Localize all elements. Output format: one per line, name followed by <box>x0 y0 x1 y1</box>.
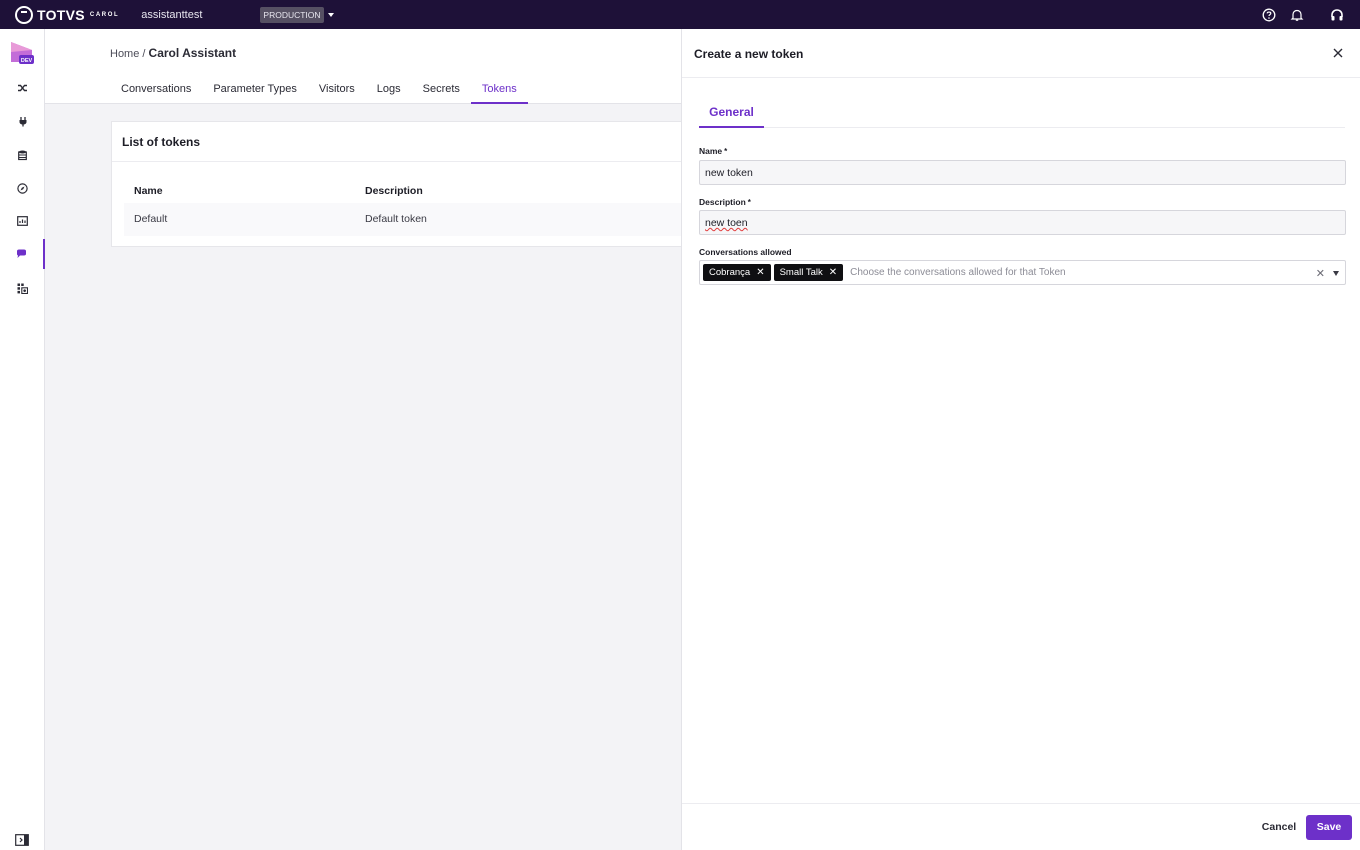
breadcrumb-home[interactable]: Home <box>110 48 139 60</box>
divider <box>682 77 1360 78</box>
drawer-title: Create a new token <box>694 47 804 61</box>
clear-icon[interactable]: ✕ <box>1316 267 1325 280</box>
chat-icon[interactable] <box>0 239 45 269</box>
totvs-logo-icon <box>15 5 33 24</box>
cancel-button[interactable]: Cancel <box>1253 815 1305 839</box>
tab-bar: Conversations Parameter Types Visitors L… <box>110 75 528 104</box>
tab-secrets[interactable]: Secrets <box>412 75 471 104</box>
drawer-tab-bar: General <box>699 97 1345 128</box>
plug-icon[interactable] <box>0 106 45 136</box>
apps-icon[interactable] <box>0 273 45 303</box>
remove-chip-icon[interactable]: ✕ <box>756 267 764 278</box>
tab-general[interactable]: General <box>699 97 764 128</box>
brand-sub: CAROL <box>89 11 120 18</box>
bell-icon[interactable] <box>1290 8 1304 22</box>
tenant-name[interactable]: assistanttest <box>141 9 202 21</box>
save-button[interactable]: Save <box>1306 815 1352 840</box>
shuffle-icon[interactable] <box>0 73 45 103</box>
conversations-placeholder[interactable]: Choose the conversations allowed for tha… <box>850 267 1066 278</box>
description-label-text: Description <box>699 197 746 207</box>
column-header-name[interactable]: Name <box>134 185 163 197</box>
name-field[interactable] <box>699 160 1346 185</box>
chart-icon[interactable] <box>0 206 45 236</box>
tab-parameter-types[interactable]: Parameter Types <box>202 75 308 104</box>
collapse-sidebar-icon[interactable] <box>15 834 29 846</box>
page-title: Carol Assistant <box>148 46 237 60</box>
brand-name: TOTVS <box>37 6 85 23</box>
close-icon[interactable] <box>1332 47 1344 59</box>
breadcrumb-separator: / <box>142 48 146 60</box>
tab-visitors[interactable]: Visitors <box>308 75 366 104</box>
page-header: Home / Carol Assistant Conversations Par… <box>45 29 681 104</box>
tokens-card: List of tokens Name Description Default … <box>111 121 682 247</box>
tab-tokens[interactable]: Tokens <box>470 75 528 104</box>
name-label-text: Name <box>699 146 723 156</box>
top-bar: TOTVS CAROL assistanttest PRODUCTION <box>0 0 1360 29</box>
divider <box>112 161 681 162</box>
required-mark: * <box>747 198 751 207</box>
chevron-down-icon <box>327 12 334 17</box>
environment-badge: PRODUCTION <box>260 6 324 23</box>
required-mark: * <box>724 147 728 156</box>
carol-app-logo[interactable]: DEV <box>10 40 35 66</box>
selected-chip: Small Talk ✕ <box>773 264 844 281</box>
dev-badge: DEV <box>21 58 33 64</box>
chevron-down-icon[interactable] <box>1333 271 1339 276</box>
footer-divider <box>682 803 1360 804</box>
description-value: new toen <box>705 217 748 229</box>
brand-logo[interactable]: TOTVS CAROL <box>15 5 120 24</box>
remove-chip-icon[interactable]: ✕ <box>829 267 837 278</box>
breadcrumb: Home / Carol Assistant <box>110 46 236 60</box>
environment-selector[interactable]: PRODUCTION <box>260 6 334 23</box>
headset-icon[interactable] <box>1330 8 1344 22</box>
chip-label: Cobrança <box>709 267 751 278</box>
left-sidebar: DEV <box>0 29 45 850</box>
token-description-cell: Default token <box>365 213 427 225</box>
tab-conversations[interactable]: Conversations <box>110 75 202 104</box>
description-field[interactable]: new toen <box>699 210 1346 235</box>
card-title: List of tokens <box>122 135 201 149</box>
help-icon[interactable] <box>1262 8 1276 22</box>
create-token-drawer: Create a new token General Name* Descrip… <box>681 29 1360 850</box>
token-name-cell: Default <box>134 213 168 225</box>
compass-icon[interactable] <box>0 173 45 203</box>
database-icon[interactable] <box>0 140 45 170</box>
selected-chip: Cobrança ✕ <box>703 264 771 281</box>
conversations-label: Conversations allowed <box>699 247 792 257</box>
description-label: Description * <box>699 197 751 207</box>
table-row[interactable]: Default Default token <box>124 203 682 236</box>
chip-label: Small Talk <box>779 267 823 278</box>
column-header-description[interactable]: Description <box>365 185 423 197</box>
name-label: Name * <box>699 146 727 156</box>
tab-logs[interactable]: Logs <box>366 75 412 104</box>
conversations-select[interactable]: Cobrança ✕ Small Talk ✕ Choose the conve… <box>699 260 1346 285</box>
